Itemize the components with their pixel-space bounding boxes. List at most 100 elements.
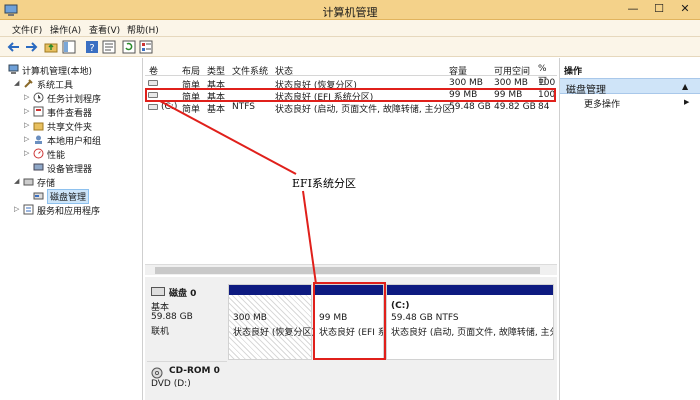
partition-c[interactable]: (C:) 59.48 GB NTFS 状态良好 (启动, 页面文件, 故障转储,… <box>386 284 554 360</box>
refresh-icon[interactable] <box>122 40 136 54</box>
disk-size: 59.88 GB <box>151 312 193 322</box>
menu-action[interactable]: 操作(A) <box>50 23 81 36</box>
tree-label: 设备管理器 <box>47 165 93 175</box>
efi-annotation-label: EFI系统分区 <box>292 177 357 190</box>
partition-recovery[interactable]: 300 MB 状态良好 (恢复分区) <box>228 284 315 360</box>
device-manager-icon <box>33 163 44 171</box>
cdrom-drive: DVD (D:) <box>151 379 191 389</box>
up-folder-icon[interactable] <box>44 40 58 54</box>
column-header-type[interactable]: 类型 <box>207 64 225 77</box>
title-bar: 计算机管理 — ☐ ✕ <box>0 0 700 20</box>
close-button[interactable]: ✕ <box>672 0 698 18</box>
partition-header-bar <box>229 285 311 295</box>
actions-section-disk-management[interactable]: 磁盘管理 ▲ <box>560 78 700 96</box>
disk-state: 联机 <box>151 327 170 337</box>
properties-icon[interactable] <box>102 40 116 54</box>
clock-icon <box>33 92 44 103</box>
show-hide-tree-icon[interactable] <box>62 40 76 54</box>
cell-filesystem: NTFS <box>232 102 255 112</box>
disk-name: 磁盘 0 <box>169 289 197 299</box>
tree-label: 任务计划程序 <box>47 95 102 105</box>
window-title: 计算机管理 <box>322 6 378 19</box>
table-header: 卷 布局 类型 文件系统 状态 容量 可用空间 % 可 <box>145 62 557 87</box>
collapse-icon[interactable]: ◢ <box>14 79 22 87</box>
efi-row-highlight <box>145 88 556 102</box>
tree-label: 系统工具 <box>37 81 74 91</box>
tree-label: 计算机管理(本地) <box>22 67 93 77</box>
cell-free-space: 300 MB <box>494 78 528 88</box>
actions-pane: 操作 磁盘管理 ▲ 更多操作 ▶ <box>559 58 700 400</box>
cell-capacity: 59.48 GB <box>449 102 491 112</box>
svg-text:?: ? <box>89 43 94 54</box>
actions-section-label: 磁盘管理 <box>566 85 606 96</box>
disk-management-icon <box>33 192 44 200</box>
cell-status: 状态良好 (启动, 页面文件, 故障转储, 主分区) <box>275 105 456 115</box>
forward-arrow-icon[interactable] <box>24 40 38 54</box>
column-header-layout[interactable]: 布局 <box>182 64 200 77</box>
cell-capacity: 300 MB <box>449 78 483 88</box>
users-icon <box>35 135 42 144</box>
actions-header: 操作 <box>564 67 583 77</box>
chevron-right-icon: ▶ <box>684 98 690 106</box>
maximize-button[interactable]: ☐ <box>646 0 672 18</box>
table-row[interactable]: (C:) 简单 基本 NTFS 状态良好 (启动, 页面文件, 故障转储, 主分… <box>145 101 557 115</box>
column-header-status[interactable]: 状态 <box>275 64 293 77</box>
toolbar: ? <box>0 37 700 57</box>
column-header-volume[interactable]: 卷 <box>149 64 158 77</box>
volume-icon <box>148 80 158 86</box>
expand-icon[interactable]: ▷ <box>24 135 32 143</box>
partition-size: 300 MB <box>233 313 267 323</box>
expand-icon[interactable]: ▷ <box>24 107 32 115</box>
services-icon <box>23 204 34 215</box>
cell-percent-free: 100 <box>538 78 556 88</box>
menu-file[interactable]: 文件(F) <box>12 23 42 36</box>
computer-icon <box>8 64 19 74</box>
cdrom-name: CD-ROM 0 <box>169 366 220 376</box>
expand-icon[interactable]: ▷ <box>24 93 32 101</box>
scrollbar-thumb[interactable] <box>155 267 540 274</box>
partition-header-bar <box>387 285 553 295</box>
collapse-icon[interactable]: ◢ <box>14 177 22 185</box>
horizontal-scrollbar[interactable] <box>145 264 557 275</box>
partition-size: 59.48 GB NTFS <box>391 313 459 323</box>
column-header-capacity[interactable]: 容量 <box>449 64 467 77</box>
cell-percent-free: 84 <box>538 102 550 112</box>
expand-icon[interactable]: ▷ <box>24 149 32 157</box>
tree-label: 磁盘管理 <box>47 189 90 204</box>
folder-icon <box>33 122 44 131</box>
partition-label: (C:) <box>391 301 410 311</box>
collapse-up-icon[interactable]: ▲ <box>682 82 688 91</box>
minimize-button[interactable]: — <box>620 0 646 18</box>
menu-bar: 文件(F) 操作(A) 查看(V) 帮助(H) <box>0 20 700 37</box>
tree-label: 共享文件夹 <box>47 123 93 133</box>
cell-free-space: 49.82 GB <box>494 102 536 112</box>
tools-icon <box>24 79 33 88</box>
tree-label: 本地用户和组 <box>47 137 102 147</box>
expand-icon[interactable]: ▷ <box>14 205 22 213</box>
tree-label: 服务和应用程序 <box>37 207 101 217</box>
tree-label: 事件查看器 <box>47 109 93 119</box>
settings-list-icon[interactable] <box>139 40 153 54</box>
performance-icon <box>33 148 44 159</box>
efi-partition-highlight <box>313 282 386 360</box>
disk-icon <box>151 287 165 296</box>
help-icon[interactable]: ? <box>85 40 99 54</box>
more-actions-link[interactable]: 更多操作 <box>584 97 620 110</box>
column-header-filesystem[interactable]: 文件系统 <box>232 64 268 77</box>
disk-0-label[interactable]: 磁盘 0 基本 59.88 GB 联机 <box>147 282 227 360</box>
cell-layout: 简单 <box>182 105 201 115</box>
cdrom-label[interactable]: CD-ROM 0 DVD (D:) <box>147 361 227 400</box>
storage-icon <box>23 178 34 186</box>
navigation-tree: 计算机管理(本地) ◢ 系统工具 ▷ 任务计划程序 ▷ 事件查看器 ▷ 共享文件… <box>0 58 143 400</box>
expand-icon[interactable]: ▷ <box>24 121 32 129</box>
tree-label: 存储 <box>37 179 56 189</box>
volume-icon <box>148 104 158 110</box>
menu-view[interactable]: 查看(V) <box>89 23 120 36</box>
menu-help[interactable]: 帮助(H) <box>127 23 159 36</box>
cell-type: 基本 <box>207 105 226 115</box>
column-header-free-space[interactable]: 可用空间 <box>494 64 530 77</box>
back-arrow-icon[interactable] <box>7 40 21 54</box>
partition-status: 状态良好 (恢复分区) <box>233 328 315 338</box>
event-log-icon <box>33 106 44 117</box>
tree-label: 性能 <box>47 151 66 161</box>
